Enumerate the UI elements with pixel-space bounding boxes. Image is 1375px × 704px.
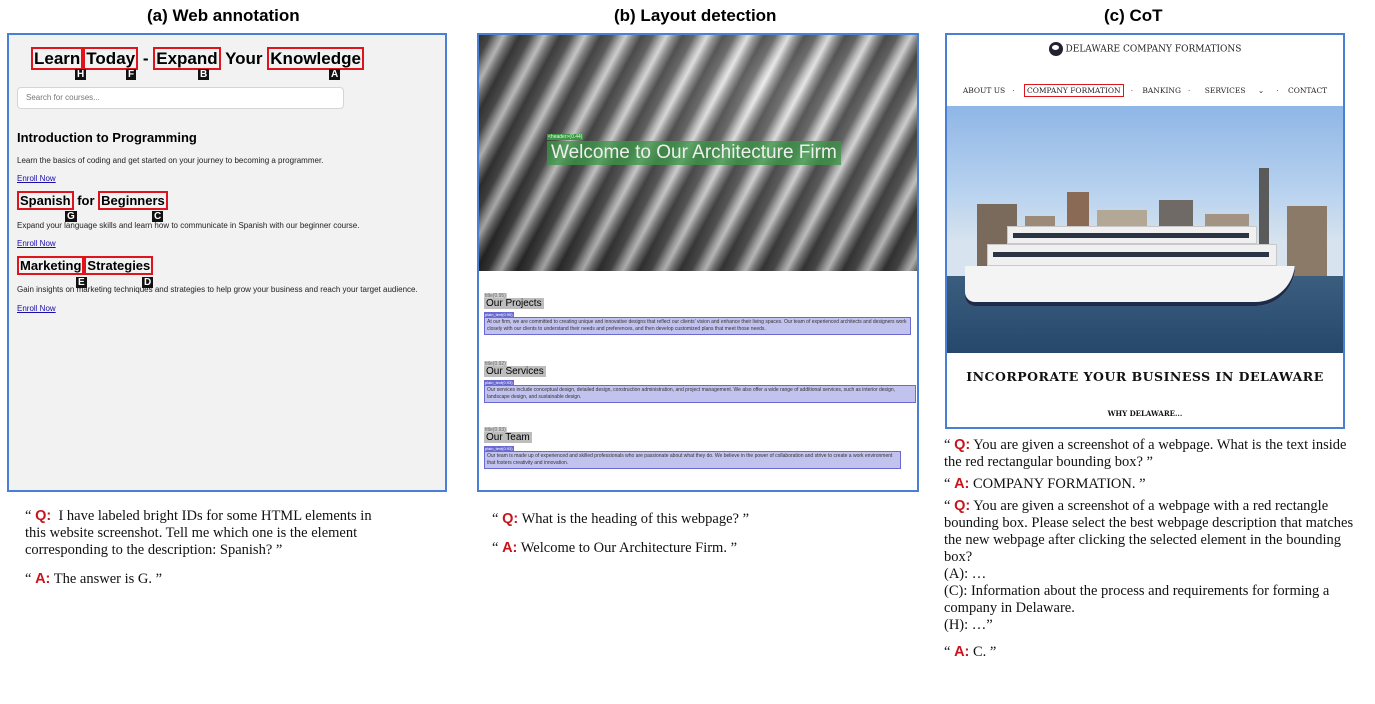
id-marker-g: G <box>65 211 77 222</box>
question-text: You are given a screenshot of a webpage.… <box>944 437 1347 470</box>
answer-text: The answer is G. ” <box>53 571 163 587</box>
heading-word-dash: - <box>142 49 149 68</box>
title-word-for: for <box>77 193 95 208</box>
nav-separator: · <box>1130 86 1133 95</box>
projects-text: At our firm, we are committed to creatin… <box>484 317 911 335</box>
qa-panel-c: “ Q: You are given a screenshot of a web… <box>944 437 1354 661</box>
nav-company-formation[interactable]: COMPANY FORMATION <box>1023 84 1124 97</box>
chevron-down-icon: ⌄ <box>1257 86 1265 95</box>
answer-b: “ A: Welcome to Our Architecture Firm. ” <box>492 540 738 556</box>
why-delaware-link[interactable]: WHY DELAWARE... <box>947 409 1343 418</box>
answer-label: A <box>954 476 965 492</box>
answer-label: A <box>35 571 46 587</box>
question-c1: “ Q: You are given a screenshot of a web… <box>944 437 1347 470</box>
question-text: I have labeled bright IDs for some HTML … <box>25 508 372 558</box>
qa-panel-b: “ Q: What is the heading of this webpage… <box>492 511 912 557</box>
hero-heading: Welcome to Our Architecture Firm <box>547 141 841 165</box>
question-text: What is the heading of this webpage? ” <box>521 511 750 527</box>
nav-banking[interactable]: BANKING <box>1142 86 1181 95</box>
panel-c-title: (c) CoT <box>1104 6 1163 25</box>
question-label: Q <box>502 511 514 527</box>
question-label: Q <box>954 498 966 514</box>
nav-separator: · <box>1276 86 1279 95</box>
enroll-link-spanish[interactable]: Enroll Now <box>17 239 56 248</box>
id-marker-e: E <box>76 277 87 288</box>
course-title-spanish: Spanish for Beginners <box>17 191 168 210</box>
heading-word-learn: Learn <box>31 47 84 70</box>
option-h: (H): …” <box>944 617 993 633</box>
id-marker-b: B <box>198 69 210 80</box>
web-annotation-screenshot: Learn Today - Expand Your Knowledge H F B… <box>7 33 447 492</box>
option-c: (C): Information about the process and r… <box>944 583 1330 616</box>
yacht-photo <box>947 106 1343 353</box>
nav-separator: · <box>1012 86 1015 95</box>
hero-headline: INCORPORATE YOUR BUSINESS IN DELAWARE <box>966 369 1324 384</box>
team-text: Our team is made up of experienced and s… <box>484 451 901 469</box>
option-a: (A): … <box>944 566 987 582</box>
nav-about-us[interactable]: ABOUT US <box>963 86 1005 95</box>
layout-detection-screenshot: <header>(0.44) Welcome to Our Architectu… <box>477 33 919 492</box>
heading-word-expand: Expand <box>153 47 221 70</box>
course-desc-spanish: Expand your language skills and learn ho… <box>17 221 360 230</box>
search-input[interactable]: Search for courses... <box>17 87 344 109</box>
enroll-link-programming[interactable]: Enroll Now <box>17 174 56 183</box>
page-heading: Learn Today - Expand Your Knowledge <box>31 47 364 70</box>
logo-text: DELAWARE COMPANY FORMATIONS <box>1065 44 1242 55</box>
answer-text: C. ” <box>973 644 997 660</box>
question-b: “ Q: What is the heading of this webpage… <box>492 511 750 527</box>
answer-label: A <box>954 644 965 660</box>
title-word-strategies: Strategies <box>84 256 154 275</box>
site-logo[interactable]: DELAWARE COMPANY FORMATIONS <box>947 42 1343 56</box>
cot-screenshot: DELAWARE COMPANY FORMATIONS ABOUT US · CO… <box>945 33 1345 429</box>
heading-word-your: Your <box>225 49 263 68</box>
answer-c2: “ A: C. ” <box>944 644 997 660</box>
nav-separator: · <box>1188 86 1191 95</box>
nav-contact[interactable]: CONTACT <box>1288 86 1327 95</box>
hero-detection-tag: <header>(0.44) <box>547 134 584 140</box>
nav-services[interactable]: SERVICES ⌄ <box>1200 86 1269 95</box>
team-title: Our Team <box>484 432 532 443</box>
course-desc-programming: Learn the basics of coding and get start… <box>17 156 324 165</box>
answer-text: COMPANY FORMATION. ” <box>973 476 1146 492</box>
answer-c1: “ A: COMPANY FORMATION. ” <box>944 476 1146 492</box>
heading-word-today: Today <box>83 47 139 70</box>
yacht-hull <box>965 266 1295 306</box>
services-text: Our services include conceptual design, … <box>484 385 916 403</box>
answer-a: “ A: The answer is G. ” <box>25 571 163 587</box>
title-word-spanish: Spanish <box>17 191 74 210</box>
main-nav: ABOUT US · COMPANY FORMATION · BANKING · SE… <box>947 84 1343 97</box>
qa-panel-a: “ Q: I have labeled bright IDs for some … <box>25 508 385 588</box>
id-marker-a: A <box>329 69 341 80</box>
services-title: Our Services <box>484 366 546 377</box>
id-marker-d: D <box>142 277 154 288</box>
question-c2: “ Q: You are given a screenshot of a web… <box>944 498 1354 565</box>
course-title-marketing: Marketing Strategies <box>17 256 154 275</box>
answer-text: Welcome to Our Architecture Firm. ” <box>520 540 738 556</box>
id-marker-f: F <box>126 69 137 80</box>
panel-b-title: (b) Layout detection <box>614 6 777 25</box>
projects-title: Our Projects <box>484 298 544 309</box>
heading-word-knowledge: Knowledge <box>267 47 364 70</box>
nav-services-label: SERVICES <box>1204 86 1246 95</box>
id-marker-c: C <box>152 211 164 222</box>
title-word-marketing: Marketing <box>17 256 85 275</box>
id-marker-h: H <box>75 69 87 80</box>
question-text: You are given a screenshot of a webpage … <box>944 498 1354 565</box>
yacht-windows <box>993 252 1269 257</box>
title-word-beginners: Beginners <box>98 191 168 210</box>
question-label: Q <box>35 508 47 524</box>
course-title-programming: Introduction to Programming <box>17 130 197 145</box>
panel-a-title: (a) Web annotation <box>147 6 300 25</box>
answer-label: A <box>502 540 513 556</box>
enroll-link-marketing[interactable]: Enroll Now <box>17 304 56 313</box>
yacht-windows <box>1013 233 1249 238</box>
logo-icon <box>1048 42 1063 56</box>
question-label: Q <box>954 437 966 453</box>
question-a: “ Q: I have labeled bright IDs for some … <box>25 508 372 558</box>
